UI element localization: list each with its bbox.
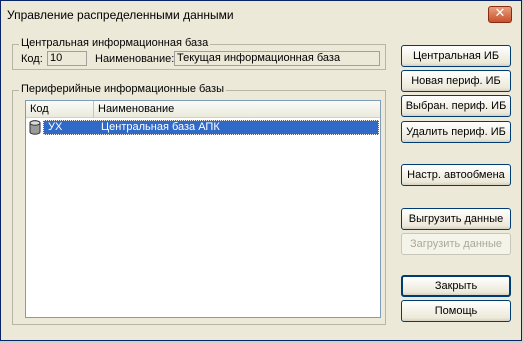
central-ib-legend: Центральная информационная база <box>19 37 211 49</box>
delete-peripheral-ib-button[interactable]: Удалить периф. ИБ <box>401 121 511 143</box>
central-ib-button[interactable]: Центральная ИБ <box>401 45 511 67</box>
close-window-button[interactable]: ✕ <box>488 6 512 23</box>
column-header-code[interactable]: Код <box>26 101 94 117</box>
help-button[interactable]: Помощь <box>401 300 511 322</box>
list-item[interactable]: УХ Центральная база АПК <box>26 120 379 136</box>
autoexchange-settings-button[interactable]: Настр. автообмена <box>401 164 511 186</box>
selected-peripheral-ib-button[interactable]: Выбран. периф. ИБ <box>401 95 511 117</box>
close-icon: ✕ <box>494 6 506 21</box>
central-name-label: Наименование: <box>95 53 175 65</box>
load-data-button[interactable]: Загрузить данные <box>401 233 511 255</box>
unload-data-button[interactable]: Выгрузить данные <box>401 208 511 230</box>
new-peripheral-ib-button[interactable]: Новая периф. ИБ <box>401 70 511 92</box>
central-name-field: Текущая информационная база <box>174 51 380 66</box>
window-title: Управление распределенными данными <box>7 8 234 22</box>
dialog-window: Управление распределенными данными ✕ Цен… <box>0 0 522 341</box>
row-code: УХ <box>48 121 63 133</box>
central-ib-group: Центральная информационная база Код: 10 … <box>12 37 386 70</box>
central-code-field: 10 <box>47 51 87 66</box>
title-bar[interactable]: Управление распределенными данными ✕ <box>1 1 521 29</box>
central-code-label: Код: <box>21 53 43 65</box>
peripheral-ib-list[interactable]: Код Наименование УХ Центральная база АПК <box>25 100 381 318</box>
peripheral-ib-legend: Периферийные информационные базы <box>19 83 226 95</box>
column-header-name[interactable]: Наименование <box>94 101 380 117</box>
database-icon <box>29 120 41 135</box>
row-name: Центральная база АПК <box>101 121 220 133</box>
close-button[interactable]: Закрыть <box>401 275 511 297</box>
list-header: Код Наименование <box>26 101 380 118</box>
